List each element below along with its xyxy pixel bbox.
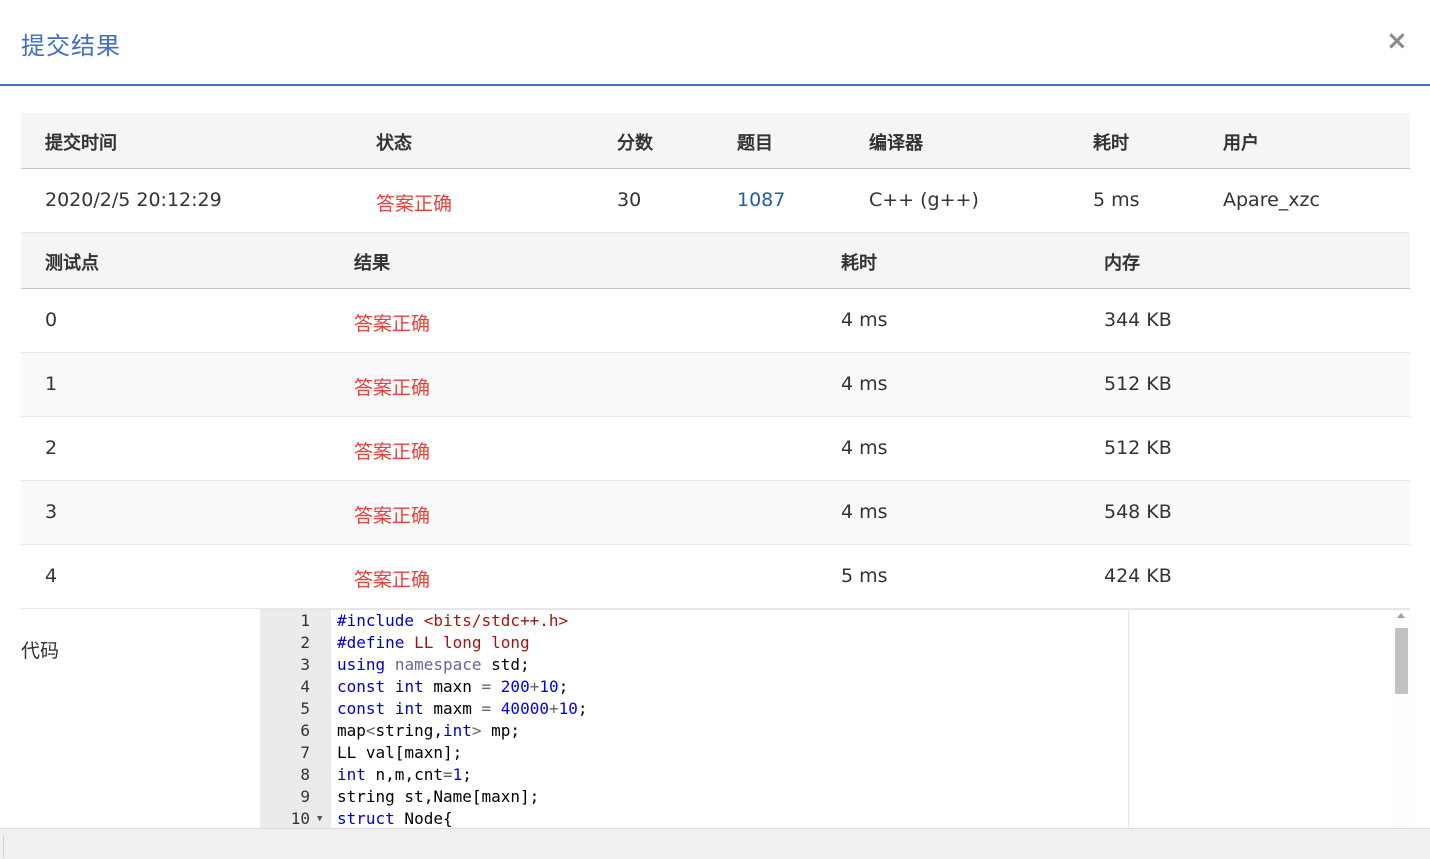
header-submit-time: 提交时间 <box>45 133 117 154</box>
test-memory: 548 KB <box>1104 501 1172 523</box>
header-test-id: 测试点 <box>45 253 99 274</box>
test-time: 4 ms <box>841 309 888 331</box>
header-user: 用户 <box>1223 133 1259 154</box>
code-label: 代码 <box>21 640 60 662</box>
test-result: 答案正确 <box>354 569 431 591</box>
test-id: 1 <box>45 373 58 395</box>
compiler-value: C++ (g++) <box>869 189 979 211</box>
test-time: 5 ms <box>841 565 888 587</box>
header-test-time: 耗时 <box>841 253 877 274</box>
code-line: string st,Name[maxn]; <box>337 787 540 806</box>
table-row: 1 答案正确 4 ms 512 KB <box>21 353 1410 417</box>
line-number: 2 <box>300 633 310 652</box>
line-number: 3 <box>300 655 310 674</box>
line-number-gutter: 1 2 3 4 5 6 7 8 9 10 ▼ <box>260 610 331 829</box>
test-result: 答案正确 <box>354 377 431 399</box>
dialog-title: 提交结果 <box>21 32 121 60</box>
test-id: 3 <box>45 501 58 523</box>
fold-arrow-icon[interactable]: ▼ <box>317 808 322 829</box>
print-margin-line <box>1128 610 1129 829</box>
test-memory: 424 KB <box>1104 565 1172 587</box>
code-line: using namespace std; <box>337 655 530 674</box>
problem-link[interactable]: 1087 <box>737 189 785 211</box>
test-result: 答案正确 <box>354 313 431 335</box>
code-line: struct Node{ <box>337 809 453 828</box>
tests-header-row: 测试点 结果 耗时 内存 <box>21 233 1410 289</box>
test-id: 4 <box>45 565 58 587</box>
test-memory: 512 KB <box>1104 437 1172 459</box>
table-row: 2 答案正确 4 ms 512 KB <box>21 417 1410 481</box>
header-compiler: 编译器 <box>869 133 923 154</box>
code-line: #include <bits/stdc++.h> <box>337 611 569 630</box>
header-status: 状态 <box>376 133 412 154</box>
code-line: map<string,int> mp; <box>337 721 521 740</box>
dialog-header: 提交结果 × <box>0 0 1430 86</box>
test-memory: 344 KB <box>1104 309 1172 331</box>
summary-header-row: 提交时间 状态 分数 题目 编译器 耗时 用户 <box>21 113 1410 169</box>
score-value: 30 <box>617 189 642 211</box>
test-result: 答案正确 <box>354 441 431 463</box>
header-problem: 题目 <box>737 133 773 154</box>
test-id: 0 <box>45 309 58 331</box>
code-line: LL val[maxn]; <box>337 743 463 762</box>
submit-time: 2020/2/5 20:12:29 <box>45 189 222 211</box>
summary-row: 2020/2/5 20:12:29 答案正确 30 1087 C++ (g++)… <box>21 169 1410 233</box>
line-number: 6 <box>300 721 310 740</box>
line-number: 5 <box>300 699 310 718</box>
header-result: 结果 <box>354 253 390 274</box>
line-number: 9 <box>300 787 310 806</box>
duration-value: 5 ms <box>1093 189 1140 211</box>
header-score: 分数 <box>617 133 653 154</box>
test-result: 答案正确 <box>354 505 431 527</box>
test-time: 4 ms <box>841 501 888 523</box>
test-time: 4 ms <box>841 437 888 459</box>
close-icon[interactable]: × <box>1386 26 1408 56</box>
line-number: 7 <box>300 743 310 762</box>
header-duration: 耗时 <box>1093 133 1129 154</box>
status-badge: 答案正确 <box>376 193 453 215</box>
test-id: 2 <box>45 437 58 459</box>
divider <box>3 835 4 857</box>
line-number: 8 <box>300 765 310 784</box>
code-editor[interactable]: 1 2 3 4 5 6 7 8 9 10 ▼ #include <bits/st… <box>260 609 1410 829</box>
code-line: const int maxm = 40000+10; <box>337 699 588 718</box>
header-memory: 内存 <box>1104 253 1140 274</box>
line-number: 1 <box>300 611 310 630</box>
code-line: int n,m,cnt=1; <box>337 765 472 784</box>
scrollbar-thumb[interactable] <box>1395 628 1408 694</box>
line-number: 10 <box>290 809 310 828</box>
code-line: #define LL long long <box>337 633 530 652</box>
user-value: Apare_xzc <box>1223 189 1320 211</box>
code-line: const int maxn = 200+10; <box>337 677 569 696</box>
table-row: 4 答案正确 5 ms 424 KB <box>21 545 1410 609</box>
table-row: 0 答案正确 4 ms 344 KB <box>21 289 1410 353</box>
scroll-up-arrow-icon[interactable] <box>1397 613 1405 618</box>
bottom-bar <box>0 828 1430 859</box>
line-number: 4 <box>300 677 310 696</box>
table-row: 3 答案正确 4 ms 548 KB <box>21 481 1410 545</box>
test-time: 4 ms <box>841 373 888 395</box>
test-memory: 512 KB <box>1104 373 1172 395</box>
